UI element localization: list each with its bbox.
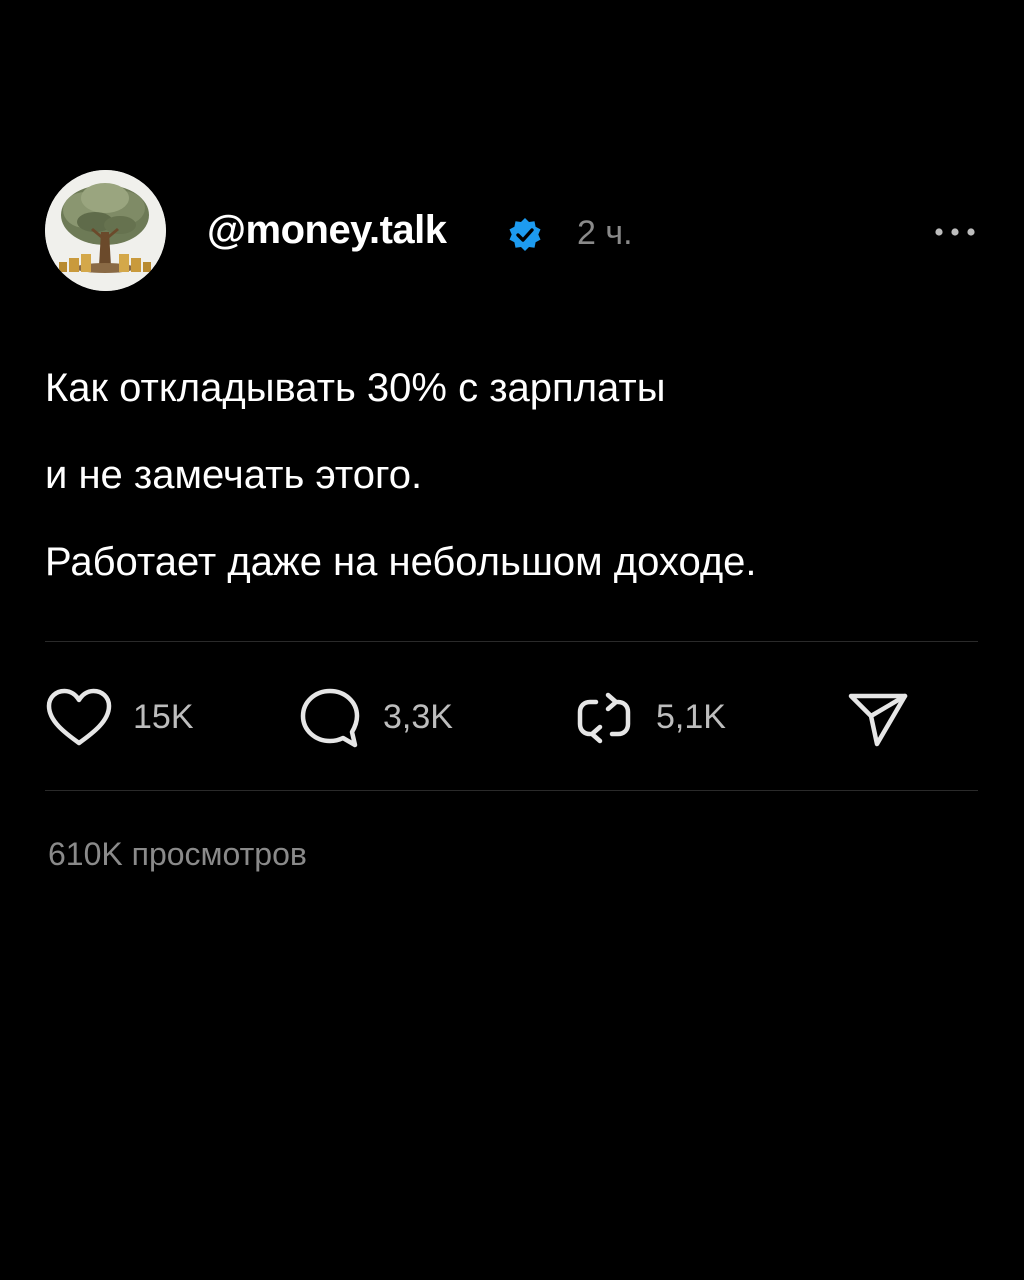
- post-header: @money.talk 2 ч.: [45, 170, 980, 292]
- action-bar: 15K 3,3K 5,1K: [45, 680, 980, 755]
- heart-icon: [46, 688, 112, 745]
- send-icon: [848, 693, 908, 746]
- money-tree-icon: [45, 170, 166, 291]
- comment-bubble-icon: [300, 688, 360, 747]
- like-count: 15K: [133, 698, 194, 736]
- author-username[interactable]: @money.talk: [207, 208, 447, 253]
- post-card: @money.talk 2 ч. Как откладывать 30% с з…: [0, 0, 1024, 1280]
- divider: [45, 641, 978, 642]
- comment-button[interactable]: 3,3K: [297, 680, 453, 755]
- more-dots-icon[interactable]: [933, 218, 977, 246]
- views-count: 610K просмотров: [48, 836, 307, 872]
- comment-count: 3,3K: [383, 698, 453, 736]
- repost-icon: [577, 692, 631, 743]
- share-button[interactable]: [845, 680, 911, 755]
- post-text-line: и не замечать этого.: [45, 453, 423, 497]
- verified-badge-icon: [509, 218, 541, 251]
- post-time: 2 ч.: [577, 214, 633, 252]
- post-text: Как откладывать 30% с зарплаты и не заме…: [45, 345, 985, 606]
- repost-button[interactable]: 5,1K: [572, 680, 726, 755]
- post-text-line: Как откладывать 30% с зарплаты: [45, 366, 666, 410]
- divider: [45, 790, 978, 791]
- post-text-line: Работает даже на небольшом доходе.: [45, 540, 757, 584]
- repost-count: 5,1K: [656, 698, 726, 736]
- like-button[interactable]: 15K: [45, 680, 194, 755]
- avatar[interactable]: [45, 170, 166, 291]
